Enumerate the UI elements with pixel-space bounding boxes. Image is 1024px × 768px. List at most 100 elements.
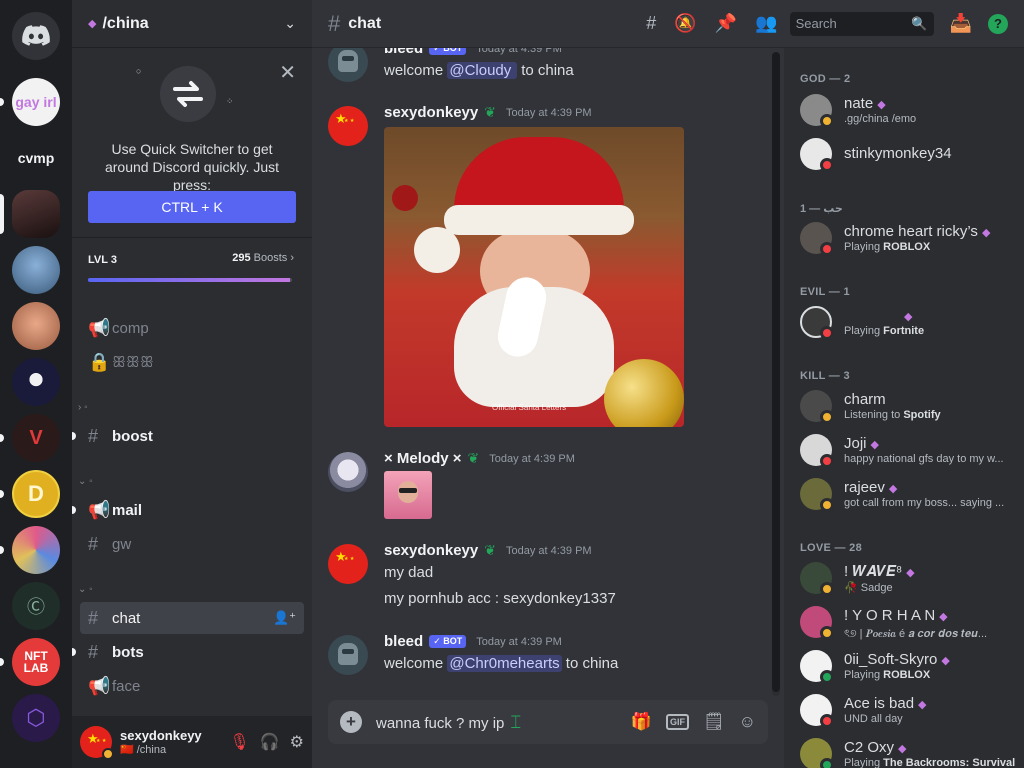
dnd-status-icon [820,158,834,172]
sparkle-icon: ○ [136,66,142,76]
channel-chat[interactable]: # chat 👤⁺ [80,602,304,634]
gift-icon[interactable]: 🎁 [631,712,652,732]
member-item[interactable]: stinkymonkey34 [800,136,1024,176]
emoji-icon[interactable]: ☺ [739,712,756,732]
member-item[interactable]: ! 𝑾𝑨𝑽𝑬⁸ ◆ 🥀 Sadge [800,560,1024,600]
category-header[interactable]: ⌄ ◦ [78,584,93,595]
pin-icon[interactable]: 📌 [715,13,737,34]
author-name[interactable]: × Melody × [384,450,462,467]
user-mention[interactable]: @Chr0mehearts [447,655,562,672]
boost-bar-fill [88,278,290,282]
member-item[interactable]: nate ◆ .gg/china /emo [800,92,1024,132]
avatar[interactable] [328,544,368,584]
message-content: welcome @Cloudy to china [384,62,574,79]
mute-mic-icon[interactable]: 🎙 [229,732,249,752]
server-icon[interactable] [12,302,60,350]
server-icon[interactable] [12,526,60,574]
sticker-icon[interactable]: 🗒 [703,712,725,732]
channel-mail[interactable]: 📢 mail [80,494,304,526]
nitro-gem-icon: ◆ [939,611,948,623]
message-input[interactable]: wanna fuck ? my ip ⌶ [376,712,631,733]
gold-ornament [604,359,684,427]
attachment-image[interactable] [384,471,432,519]
user-mention[interactable]: @Cloudy [447,62,518,79]
channel-bots[interactable]: # bots [80,636,304,668]
server-icon[interactable]: Ⓒ [12,582,60,630]
member-item[interactable]: 0ii_Soft-Skyro ◆ Playing ROBLOX [800,648,1024,688]
channel-locked[interactable]: 🔒 ꕥꕥꕥ [80,346,304,378]
guild-header[interactable]: ◆ /china ⌄ [72,0,312,48]
category-header[interactable]: › ◦ [78,402,88,413]
server-icon[interactable]: V [12,414,60,462]
boost-count-number: 295 [232,252,251,264]
server-icon-cvmp[interactable]: cvmp [12,134,60,182]
member-list-icon[interactable]: 👥 [755,13,777,34]
close-icon[interactable]: ✕ [279,60,296,85]
add-attachment-icon[interactable]: + [340,711,362,733]
channel-face[interactable]: 📢 face [80,670,304,702]
search-box[interactable]: Search 🔍 [789,11,934,36]
author-name[interactable]: sexydonkeyy [384,104,478,121]
avatar[interactable] [328,106,368,146]
user-avatar[interactable] [80,726,114,760]
help-icon[interactable]: ? [988,13,1008,34]
quick-switcher-card: ✕ ○ ⁘ Use Quick Switcher to get around D… [72,48,312,238]
user-names[interactable]: sexydonkeyy 🇨🇳 /china [120,728,229,756]
home-button[interactable] [12,12,60,60]
threads-icon[interactable]: # [646,13,656,34]
member-activity: Playing ROBLOX [844,669,1020,681]
member-name: chrome heart ricky’s ◆ [844,223,990,240]
channel-boost[interactable]: # boost [80,420,304,452]
member-item[interactable]: ◆ Playing Fortnite [800,304,1024,344]
activity-verb: Playing [844,669,884,681]
role-header: GOD — 2 [800,73,851,85]
server-icon[interactable] [12,246,60,294]
member-item[interactable]: C2 Oxy ◆ Playing The Backrooms: Survival [800,736,1024,768]
online-status-icon [820,670,834,684]
server-icon[interactable] [12,358,60,406]
gif-button[interactable]: GIF [666,714,690,730]
member-item[interactable]: chrome heart ricky’s ◆ Playing ROBLOX [800,220,1024,260]
idle-status-icon [820,626,834,640]
dnd-status-icon [820,242,834,256]
server-icon[interactable]: D [12,470,60,518]
author-name[interactable]: bleed [384,633,423,650]
server-icon-gay-irl[interactable]: gay irl [12,78,60,126]
quick-switcher-text: Use Quick Switcher to get around Discord… [104,141,280,193]
message: sexydonkeyy ❦ Today at 4:39 PM my dad my… [328,542,768,612]
unread-indicator [72,432,76,440]
gear-icon[interactable]: ⚙ [290,732,304,752]
author-name[interactable]: sexydonkeyy [384,542,478,559]
member-name-text: rajeev [844,479,885,496]
text-cursor-icon: ⌶ [510,711,522,732]
activity-verb: Listening to [844,409,904,421]
invite-member-icon[interactable]: 👤⁺ [273,610,296,626]
member-item[interactable]: charm Listening to Spotify [800,388,1024,428]
avatar[interactable] [328,452,368,492]
channel-gw[interactable]: # gw [80,528,304,560]
attachment-image-santa[interactable]: Official Santa Letters [384,127,684,427]
server-icon-nft-lab[interactable]: NFT LAB [12,638,60,686]
category-header[interactable]: ⌄ ◦ [78,476,93,487]
member-item[interactable]: Ace is bad ◆ UND all day [800,692,1024,732]
channel-header: # chat # 🔕 📌 👥 Search 🔍 📥 ? [312,0,1024,48]
guild-name: /china [102,14,149,32]
member-status: got call from my boss... saying ... [844,497,1005,509]
channel-comp[interactable]: 📢 comp [80,312,304,344]
member-item[interactable]: Joji ◆ happy national gfs day to my w... [800,432,1024,472]
boost-progress[interactable]: LVL 3 295 Boosts › [72,238,312,294]
server-icon[interactable]: ⬡ [12,694,60,742]
scrollbar-thumb[interactable] [772,52,780,692]
avatar[interactable] [328,42,368,82]
mute-bell-icon[interactable]: 🔕 [674,13,696,34]
member-item[interactable]: ! Y O R H A N ◆ ৎ୭ | 𝑷𝒐𝒆𝒔𝒊𝒂 é 𝒂 𝒄𝒐𝒓 𝒅𝒐𝒔 𝒕… [800,604,1024,644]
headphones-icon[interactable]: 🎧 [260,732,280,752]
chat-scrollbar[interactable] [772,52,780,696]
quick-switcher-shortcut-button[interactable]: CTRL + K [88,191,296,223]
nitro-gem-icon: ◆ [918,699,927,711]
inbox-icon[interactable]: 📥 [950,13,972,34]
message-input-value: wanna fuck ? my ip [376,714,505,732]
server-icon-china[interactable] [12,190,60,238]
member-item[interactable]: rajeev ◆ got call from my boss... saying … [800,476,1024,516]
avatar[interactable] [328,635,368,675]
